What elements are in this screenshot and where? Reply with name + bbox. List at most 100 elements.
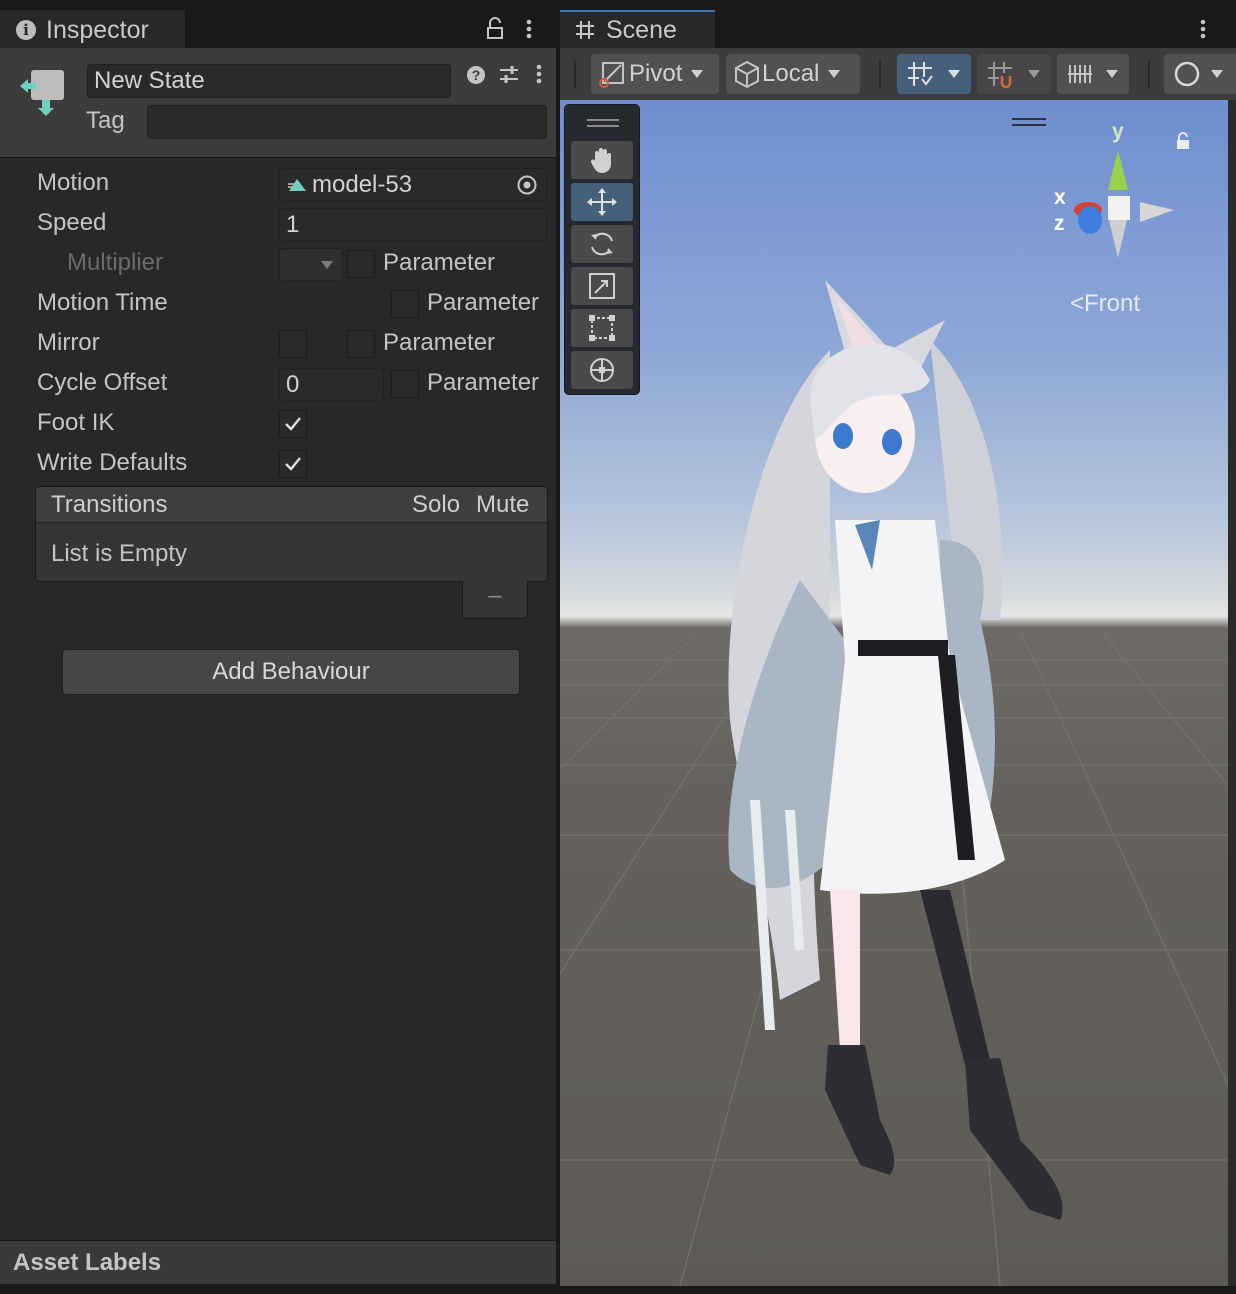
preset-settings-icon[interactable] [498, 64, 520, 86]
dropdown-arrow-icon [321, 261, 333, 269]
tab-inspector[interactable]: i Inspector [0, 10, 185, 48]
transform-all-icon [590, 358, 614, 382]
tab-scene-label: Scene [606, 15, 677, 44]
move-tool-button[interactable] [571, 183, 633, 221]
more-options-icon[interactable] [1196, 17, 1210, 41]
mirror-checkbox[interactable] [279, 330, 307, 358]
scene-tabbar: Scene [560, 10, 1236, 48]
dropdown-arrow-icon [691, 70, 704, 78]
motion-time-parameter-label: Parameter [427, 289, 540, 316]
speed-label: Speed [37, 209, 107, 236]
inspector-header: New State ? Tag [0, 48, 556, 158]
tag-label: Tag [86, 107, 125, 134]
mirror-parameter-checkbox[interactable] [347, 330, 375, 358]
info-icon: i [16, 20, 36, 40]
shading-sphere-icon [1174, 61, 1200, 87]
multiplier-label: Multiplier [67, 249, 164, 276]
multiplier-parameter-checkbox[interactable] [347, 250, 375, 278]
tag-input[interactable] [147, 105, 547, 139]
rect-transform-icon [589, 315, 615, 341]
transitions-title: Transitions [51, 491, 168, 518]
motion-label: Motion [37, 169, 110, 196]
animation-clip-icon [288, 179, 306, 191]
rotate-tool-button[interactable] [571, 225, 633, 263]
local-toggle-button[interactable]: Local [726, 54, 860, 94]
dropdown-arrow-icon [828, 70, 841, 78]
svg-text:?: ? [472, 67, 481, 83]
pivot-icon [599, 62, 624, 88]
state-name-input[interactable]: New State [87, 64, 451, 98]
dropdown-arrow-icon [1028, 70, 1040, 78]
increment-snap-toggle[interactable] [1057, 54, 1129, 94]
scene-toolbar: Pivot Local [560, 48, 1236, 100]
transitions-empty-text: List is Empty [51, 540, 188, 567]
avatar-model[interactable] [560, 100, 1228, 1286]
rect-tool-button[interactable] [571, 309, 633, 347]
tool-palette [564, 104, 640, 395]
asset-labels-bar[interactable]: Asset Labels [0, 1240, 556, 1284]
snap-settings-toggle[interactable] [977, 54, 1051, 94]
foot-ik-checkbox[interactable] [279, 410, 307, 438]
write-defaults-row: Write Defaults [0, 445, 556, 481]
transitions-header: Transitions Solo Mute [36, 487, 547, 523]
tab-inspector-label: Inspector [46, 15, 149, 44]
grid-visibility-icon [908, 62, 933, 86]
gizmo-x-label: x [1054, 186, 1066, 209]
transitions-list: Transitions Solo Mute List is Empty [35, 486, 548, 582]
draw-mode-dropdown[interactable] [1164, 54, 1236, 94]
scale-tool-button[interactable] [571, 267, 633, 305]
solo-column-header: Solo [412, 491, 461, 518]
local-label: Local [762, 60, 820, 87]
object-picker-icon[interactable] [516, 174, 538, 196]
more-options-icon[interactable] [520, 17, 538, 41]
motion-object-field[interactable]: model-53 [279, 168, 547, 201]
toolbar-separator [879, 60, 881, 88]
checkmark-icon [285, 417, 301, 431]
rotate-icon [591, 232, 613, 256]
cycle-offset-row: Cycle Offset 0 Parameter [0, 365, 556, 401]
component-menu-icon[interactable] [532, 62, 546, 86]
pivot-label: Pivot [629, 60, 683, 87]
cycle-offset-input[interactable]: 0 [279, 368, 384, 401]
hand-icon [590, 148, 611, 173]
cycle-offset-parameter-checkbox[interactable] [391, 370, 419, 398]
view-label: Front [1084, 290, 1141, 317]
multiplier-parameter-label: Parameter [383, 249, 496, 276]
mute-column-header: Mute [476, 491, 530, 518]
tab-scene[interactable]: Scene [560, 10, 715, 48]
remove-transition-button[interactable]: – [462, 581, 528, 619]
mirror-parameter-label: Parameter [383, 329, 496, 356]
gizmo-z-label: z [1054, 212, 1065, 235]
motion-time-parameter-checkbox[interactable] [391, 290, 419, 318]
multiplier-parameter-dropdown[interactable] [279, 248, 343, 281]
motion-value: model-53 [312, 171, 413, 198]
view-projection-toggle[interactable]: <Front [1070, 290, 1140, 318]
add-behaviour-button[interactable]: Add Behaviour [62, 649, 520, 695]
local-space-cube-icon [735, 60, 759, 89]
overlay-drag-handle-icon[interactable] [1012, 118, 1046, 120]
speed-input[interactable]: 1 [279, 208, 547, 241]
foot-ik-row: Foot IK [0, 405, 556, 441]
motion-time-row: Motion Time Parameter [0, 285, 556, 321]
increment-snap-icon [1068, 65, 1092, 83]
gizmo-lock-icon[interactable] [1175, 132, 1191, 150]
write-defaults-label: Write Defaults [37, 449, 188, 476]
orientation-gizmo[interactable] [1060, 130, 1180, 270]
grid-snap-toggle[interactable] [897, 54, 971, 94]
write-defaults-checkbox[interactable] [279, 450, 307, 478]
pivot-toggle-button[interactable]: Pivot [591, 54, 719, 94]
dropdown-arrow-icon [948, 70, 960, 78]
hand-tool-button[interactable] [571, 141, 633, 179]
chevron-left-icon: < [1070, 290, 1085, 317]
viewport-scrollbar[interactable] [1228, 100, 1236, 1286]
transform-tool-button[interactable] [571, 351, 633, 389]
motion-time-label: Motion Time [37, 289, 168, 316]
drag-handle-icon[interactable] [587, 119, 619, 121]
scene-viewport[interactable]: y x z <Front [560, 100, 1228, 1286]
inspector-tabbar: i Inspector [0, 10, 556, 48]
foot-ik-label: Foot IK [37, 409, 115, 436]
lock-icon[interactable] [484, 17, 506, 41]
editor-window: i Inspector New State ? Tag Motion model… [0, 0, 1236, 1294]
help-icon[interactable]: ? [466, 65, 486, 85]
cycle-offset-label: Cycle Offset [37, 369, 168, 396]
